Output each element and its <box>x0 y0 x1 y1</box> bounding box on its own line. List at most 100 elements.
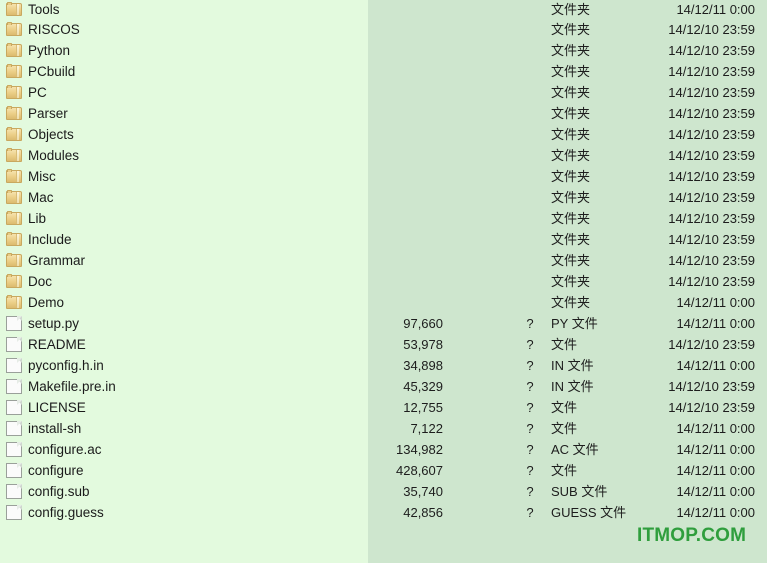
file-name-cell[interactable]: PC <box>6 82 47 103</box>
file-icon <box>6 337 22 352</box>
file-name-cell[interactable]: Include <box>6 229 72 250</box>
file-icon <box>6 505 22 520</box>
file-row[interactable]: config.sub 35,740? SUB 文件 14/12/11 0:00 <box>0 481 767 502</box>
file-list[interactable]: Tools 文件夹 14/12/11 0:00 RISCOS 文件夹 14/12/10 2… <box>0 0 767 563</box>
file-row[interactable]: Misc 文件夹 14/12/10 23:59 <box>0 166 767 187</box>
file-icon <box>6 379 22 394</box>
file-row[interactable]: config.guess 42,856? GUESS 文件 14/12/11 0:00 <box>0 502 767 523</box>
file-name-cell[interactable]: pyconfig.h.in <box>6 355 104 376</box>
file-name-cell[interactable]: setup.py <box>6 313 79 334</box>
file-name-label: Objects <box>28 127 74 142</box>
file-row[interactable]: Demo 文件夹 14/12/11 0:00 <box>0 292 767 313</box>
file-size-cell <box>343 145 443 166</box>
compression-ratio-cell <box>521 124 539 145</box>
file-row[interactable]: Include 文件夹 14/12/10 23:59 <box>0 229 767 250</box>
file-row[interactable]: LICENSE 12,755? 文件 14/12/10 23:59 <box>0 397 767 418</box>
file-row[interactable]: RISCOS 文件夹 14/12/10 23:59 <box>0 19 767 40</box>
file-row[interactable]: Grammar 文件夹 14/12/10 23:59 <box>0 250 767 271</box>
file-row[interactable]: PCbuild 文件夹 14/12/10 23:59 <box>0 61 767 82</box>
compression-ratio-cell: ? <box>526 505 534 520</box>
file-date-cell: 14/12/10 23:59 <box>668 43 755 58</box>
file-size-cell <box>343 166 443 187</box>
file-name-cell[interactable]: Python <box>6 40 70 61</box>
file-size-cell <box>343 82 443 103</box>
file-size-cell <box>343 103 443 124</box>
file-name-cell[interactable]: Mac <box>6 187 54 208</box>
file-row[interactable]: install-sh 7,122? 文件 14/12/11 0:00 <box>0 418 767 439</box>
file-name-cell[interactable]: LICENSE <box>6 397 86 418</box>
file-row[interactable]: setup.py 97,660? PY 文件 14/12/11 0:00 <box>0 313 767 334</box>
folder-icon <box>6 295 22 309</box>
file-name-cell[interactable]: Tools <box>6 0 60 20</box>
file-name-cell[interactable]: config.sub <box>6 481 90 502</box>
file-name-cell[interactable]: Lib <box>6 208 46 229</box>
file-name-cell[interactable]: README <box>6 334 86 355</box>
file-name-cell[interactable]: Makefile.pre.in <box>6 376 116 397</box>
file-row[interactable]: configure 428,607? 文件 14/12/11 0:00 <box>0 460 767 481</box>
file-name-cell[interactable]: PCbuild <box>6 61 75 82</box>
file-icon <box>6 442 22 457</box>
file-date-cell: 14/12/10 23:59 <box>668 106 755 121</box>
compression-ratio-cell <box>521 229 539 250</box>
compression-ratio-cell <box>521 19 539 40</box>
file-size-cell: 97,660 <box>403 316 443 331</box>
file-date-cell: 14/12/10 23:59 <box>668 337 755 352</box>
file-name-label: Modules <box>28 148 80 163</box>
file-row[interactable]: Python 文件夹 14/12/10 23:59 <box>0 40 767 61</box>
file-row[interactable]: Modules 文件夹 14/12/10 23:59 <box>0 145 767 166</box>
file-size-cell: 7,122 <box>410 421 443 436</box>
file-name-cell[interactable]: Misc <box>6 166 56 187</box>
compression-ratio-cell <box>521 103 539 124</box>
file-size-cell <box>343 61 443 82</box>
compression-ratio-cell: ? <box>526 358 534 373</box>
file-name-cell[interactable]: configure.ac <box>6 439 102 460</box>
folder-icon <box>6 127 22 141</box>
file-name-label: configure.ac <box>28 442 102 457</box>
folder-icon <box>6 253 22 267</box>
folder-icon <box>6 43 22 57</box>
file-icon <box>6 316 22 331</box>
compression-ratio-cell <box>521 82 539 103</box>
file-row[interactable]: PC 文件夹 14/12/10 23:59 <box>0 82 767 103</box>
file-row[interactable]: Makefile.pre.in 45,329? IN 文件 14/12/10 23:5… <box>0 376 767 397</box>
compression-ratio-cell <box>521 187 539 208</box>
file-name-cell[interactable]: Objects <box>6 124 74 145</box>
file-name-label: Include <box>28 232 72 247</box>
file-name-cell[interactable]: configure <box>6 460 84 481</box>
file-row[interactable]: Mac 文件夹 14/12/10 23:59 <box>0 187 767 208</box>
file-size-cell: 53,978 <box>403 337 443 352</box>
compression-ratio-cell <box>521 61 539 82</box>
file-size-cell <box>343 19 443 40</box>
file-date-cell: 14/12/10 23:59 <box>668 400 755 415</box>
file-name-cell[interactable]: config.guess <box>6 502 104 523</box>
file-row[interactable]: Tools 文件夹 14/12/11 0:00 <box>0 0 767 19</box>
file-name-cell[interactable]: Parser <box>6 103 68 124</box>
compression-ratio-cell <box>521 0 539 20</box>
file-row[interactable]: configure.ac 134,982? AC 文件 14/12/11 0:00 <box>0 439 767 460</box>
file-name-label: pyconfig.h.in <box>28 358 104 373</box>
file-name-cell[interactable]: install-sh <box>6 418 81 439</box>
file-name-cell[interactable]: Modules <box>6 145 79 166</box>
file-name-cell[interactable]: Doc <box>6 271 52 292</box>
file-name-label: setup.py <box>28 316 80 331</box>
file-row[interactable]: pyconfig.h.in 34,898? IN 文件 14/12/11 0:00 <box>0 355 767 376</box>
file-name-cell[interactable]: Demo <box>6 292 64 313</box>
compression-ratio-cell <box>521 208 539 229</box>
file-row[interactable]: Doc 文件夹 14/12/10 23:59 <box>0 271 767 292</box>
file-size-cell <box>343 187 443 208</box>
file-size-cell: 428,607 <box>396 463 443 478</box>
file-name-cell[interactable]: Grammar <box>6 250 85 271</box>
folder-icon <box>6 2 22 16</box>
file-date-cell: 14/12/11 0:00 <box>676 421 755 436</box>
file-row[interactable]: README 53,978? 文件 14/12/10 23:59 <box>0 334 767 355</box>
compression-ratio-cell: ? <box>526 463 534 478</box>
file-icon <box>6 358 22 373</box>
file-date-cell: 14/12/10 23:59 <box>668 379 755 394</box>
file-name-label: Misc <box>28 169 56 184</box>
file-row[interactable]: Objects 文件夹 14/12/10 23:59 <box>0 124 767 145</box>
file-name-cell[interactable]: RISCOS <box>6 19 80 40</box>
file-date-cell: 14/12/10 23:59 <box>668 211 755 226</box>
compression-ratio-cell: ? <box>526 337 534 352</box>
file-row[interactable]: Lib 文件夹 14/12/10 23:59 <box>0 208 767 229</box>
file-row[interactable]: Parser 文件夹 14/12/10 23:59 <box>0 103 767 124</box>
